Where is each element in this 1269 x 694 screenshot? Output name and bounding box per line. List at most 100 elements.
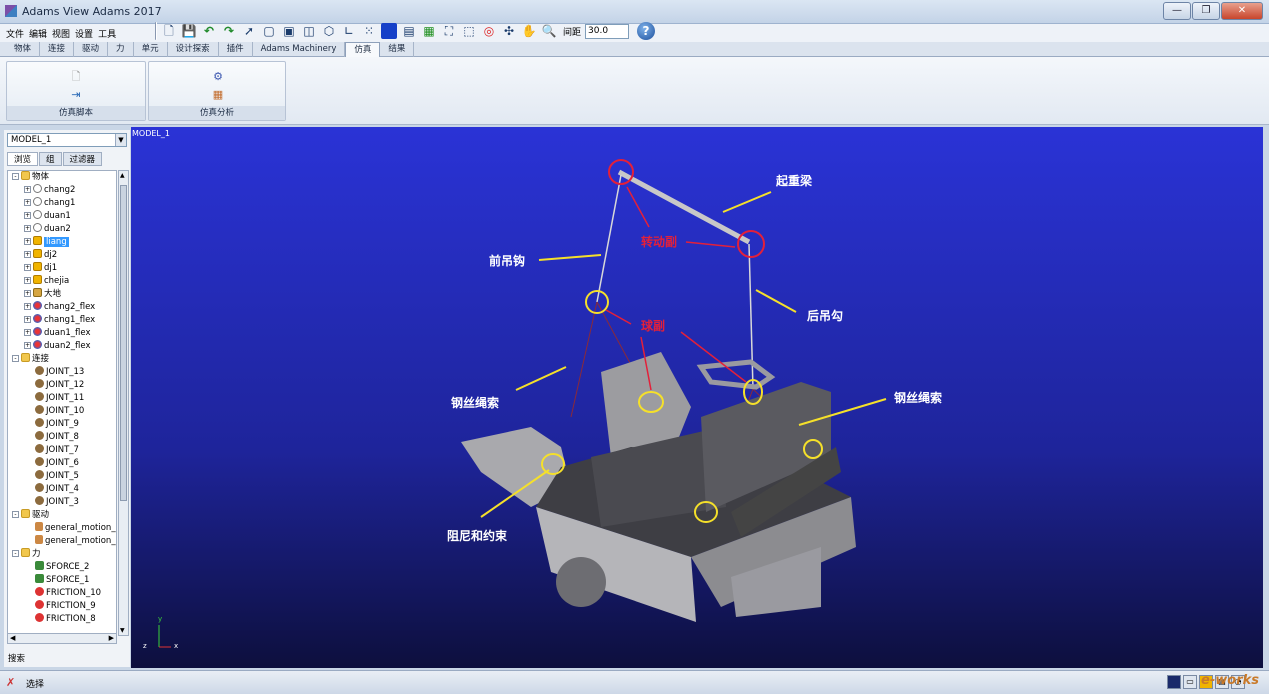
save-icon[interactable]: 💾 bbox=[181, 23, 197, 39]
tab-5[interactable]: 设计探索 bbox=[168, 42, 219, 57]
tree-node[interactable]: + dj1 bbox=[8, 262, 116, 275]
select-arrow-icon[interactable]: ➚ bbox=[241, 23, 257, 39]
tab-0[interactable]: 物体 bbox=[6, 42, 41, 57]
tree-node[interactable]: + chang1 bbox=[8, 197, 116, 210]
menu-item-3[interactable]: 设置 bbox=[75, 27, 93, 40]
new-model-icon[interactable]: 🗋 bbox=[161, 23, 177, 39]
tree-node[interactable]: JOINT_4 bbox=[8, 483, 116, 496]
center-icon[interactable]: ◎ bbox=[481, 23, 497, 39]
tree-node[interactable]: + 大地 bbox=[8, 288, 116, 301]
distance-input[interactable] bbox=[585, 23, 630, 39]
expand-icon[interactable]: + bbox=[24, 277, 31, 284]
tree-node[interactable]: FRICTION_8 bbox=[8, 613, 116, 626]
tree-node[interactable]: JOINT_9 bbox=[8, 418, 116, 431]
collapse-icon[interactable]: - bbox=[12, 550, 19, 557]
collapse-icon[interactable]: - bbox=[12, 173, 19, 180]
tree-node[interactable]: general_motion_1 bbox=[8, 535, 116, 548]
tree-node[interactable]: - 驱动 bbox=[8, 509, 116, 522]
model-select[interactable]: MODEL_1 ▼ bbox=[7, 133, 127, 147]
tree-node[interactable]: JOINT_12 bbox=[8, 379, 116, 392]
tree-node[interactable]: + chang1_flex bbox=[8, 314, 116, 327]
grid-icon[interactable]: ⁙ bbox=[361, 23, 377, 39]
expand-icon[interactable]: + bbox=[24, 212, 31, 219]
render-icon[interactable] bbox=[381, 23, 397, 39]
tree-node[interactable]: + duan1 bbox=[8, 210, 116, 223]
tree-node[interactable]: FRICTION_10 bbox=[8, 587, 116, 600]
tree-node[interactable]: JOINT_5 bbox=[8, 470, 116, 483]
tree-node[interactable]: + chang2_flex bbox=[8, 301, 116, 314]
tree-node[interactable]: general_motion_2 bbox=[8, 522, 116, 535]
collapse-icon[interactable]: - bbox=[12, 355, 19, 362]
menu-item-4[interactable]: 工具 bbox=[98, 27, 116, 40]
top-view-icon[interactable]: ◫ bbox=[301, 23, 317, 39]
tab-6[interactable]: 插件 bbox=[219, 42, 253, 57]
tree-node[interactable]: JOINT_13 bbox=[8, 366, 116, 379]
iso-view-icon[interactable]: ⬡ bbox=[321, 23, 337, 39]
script-import-icon[interactable]: ⇥ bbox=[69, 88, 83, 102]
tree-horizontal-scrollbar[interactable]: ◀ ▶ bbox=[7, 633, 117, 644]
expand-icon[interactable]: + bbox=[24, 264, 31, 271]
menu-item-1[interactable]: 编辑 bbox=[29, 27, 47, 40]
expand-icon[interactable]: + bbox=[24, 329, 31, 336]
tree-vertical-scrollbar[interactable]: ▲ ▼ bbox=[118, 170, 129, 636]
tree-node[interactable]: + chejia bbox=[8, 275, 116, 288]
tree-node[interactable]: + duan1_flex bbox=[8, 327, 116, 340]
close-button[interactable]: ✕ bbox=[1221, 2, 1263, 20]
tab-2[interactable]: 驱动 bbox=[74, 42, 109, 57]
right-view-icon[interactable]: ▣ bbox=[281, 23, 297, 39]
expand-icon[interactable]: + bbox=[24, 238, 31, 245]
tab-4[interactable]: 单元 bbox=[134, 42, 168, 57]
browser-tab-2[interactable]: 过滤器 bbox=[62, 152, 103, 166]
browser-tab-1[interactable]: 组 bbox=[39, 152, 62, 166]
tree-node[interactable]: JOINT_3 bbox=[8, 496, 116, 509]
tree-node[interactable]: + dj2 bbox=[8, 249, 116, 262]
tree-node[interactable]: JOINT_10 bbox=[8, 405, 116, 418]
menu-item-2[interactable]: 视图 bbox=[52, 27, 70, 40]
maximize-button[interactable]: ❐ bbox=[1192, 2, 1220, 20]
tree-node[interactable]: + liang bbox=[8, 236, 116, 249]
menu-item-0[interactable]: 文件 bbox=[6, 27, 24, 40]
scroll-left-icon[interactable]: ◀ bbox=[10, 634, 15, 642]
expand-icon[interactable]: + bbox=[24, 186, 31, 193]
expand-icon[interactable]: + bbox=[24, 290, 31, 297]
tree-node[interactable]: + duan2 bbox=[8, 223, 116, 236]
tree-node[interactable]: JOINT_11 bbox=[8, 392, 116, 405]
tree-node[interactable]: - 连接 bbox=[8, 353, 116, 366]
scroll-up-icon[interactable]: ▲ bbox=[120, 172, 125, 179]
scroll-down-icon[interactable]: ▼ bbox=[120, 627, 125, 634]
tree-node[interactable]: FRICTION_9 bbox=[8, 600, 116, 613]
expand-icon[interactable]: + bbox=[24, 342, 31, 349]
redo-icon[interactable]: ↷ bbox=[221, 23, 237, 39]
tab-3[interactable]: 力 bbox=[108, 42, 134, 57]
collapse-icon[interactable]: - bbox=[12, 511, 19, 518]
zoom-icon[interactable]: 🔍 bbox=[541, 23, 557, 39]
tree-node[interactable]: + duan2_flex bbox=[8, 340, 116, 353]
coordinate-icon[interactable]: ∟ bbox=[341, 23, 357, 39]
tree-node[interactable]: JOINT_6 bbox=[8, 457, 116, 470]
fit-icon[interactable]: ⛶ bbox=[441, 23, 457, 39]
help-icon[interactable]: ? bbox=[637, 22, 656, 40]
scrollbar-thumb[interactable] bbox=[120, 185, 127, 501]
tree-node[interactable]: JOINT_8 bbox=[8, 431, 116, 444]
expand-icon[interactable]: + bbox=[24, 316, 31, 323]
expand-icon[interactable]: + bbox=[24, 303, 31, 310]
simulation-table-icon[interactable]: ▦ bbox=[211, 88, 225, 102]
undo-icon[interactable]: ↶ bbox=[201, 23, 217, 39]
zoom-box-icon[interactable]: ⬚ bbox=[461, 23, 477, 39]
tree-node[interactable]: SFORCE_1 bbox=[8, 574, 116, 587]
browser-tab-0[interactable]: 浏览 bbox=[7, 152, 39, 166]
tab-7[interactable]: Adams Machinery bbox=[253, 42, 346, 57]
minimize-button[interactable]: — bbox=[1163, 2, 1191, 20]
tree-node[interactable]: - 物体 bbox=[8, 171, 116, 184]
tab-8[interactable]: 仿真 bbox=[345, 42, 381, 57]
rotate-icon[interactable]: ✣ bbox=[501, 23, 517, 39]
pan-icon[interactable]: ✋ bbox=[521, 23, 537, 39]
script-file-icon[interactable]: 🗋 bbox=[69, 70, 83, 84]
tree-node[interactable]: -力 bbox=[8, 548, 116, 561]
expand-icon[interactable]: + bbox=[24, 199, 31, 206]
window-icon[interactable]: ▤ bbox=[401, 23, 417, 39]
tab-1[interactable]: 连接 bbox=[40, 42, 75, 57]
front-view-icon[interactable]: ▢ bbox=[261, 23, 277, 39]
tree-node[interactable]: JOINT_7 bbox=[8, 444, 116, 457]
scroll-right-icon[interactable]: ▶ bbox=[109, 634, 114, 642]
